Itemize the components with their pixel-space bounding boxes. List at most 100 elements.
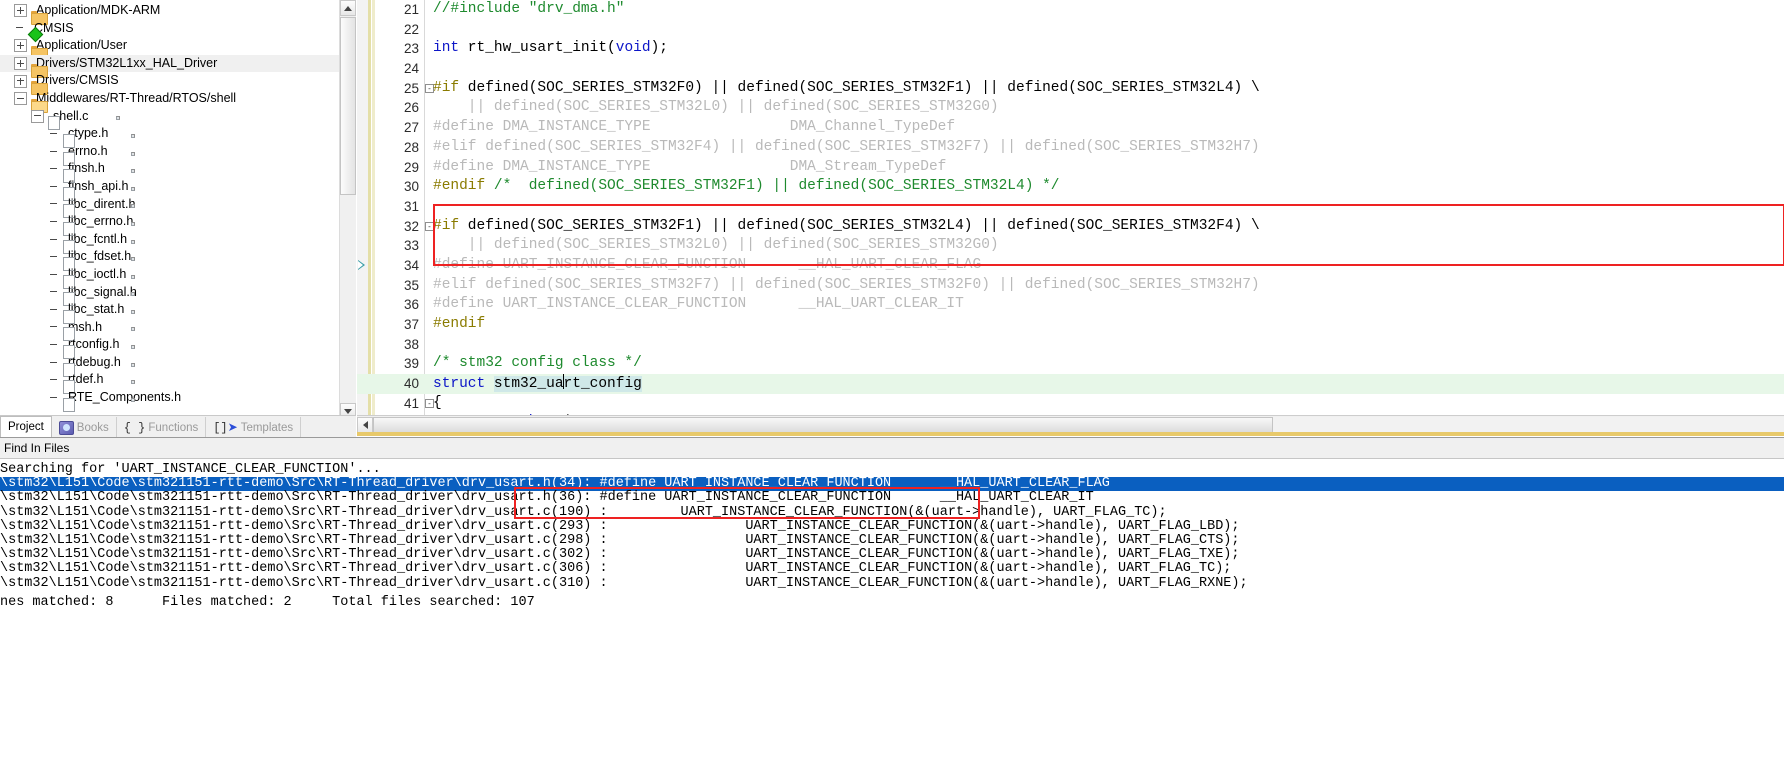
editor-horizontal-scrollbar[interactable] [357,415,1784,433]
tree-item[interactable]: rtdef.h [0,371,356,395]
project-tab-books[interactable]: Books [52,417,117,438]
find-result-row[interactable]: \stm32\L151\Code\stm321151-rtt-demo\Src\… [0,547,1784,563]
code-token: rt_config [563,375,642,392]
code-line[interactable]: 26 || defined(SOC_SERIES_STM32L0) || def… [357,98,1784,118]
tree-item[interactable]: Drivers/STM32L1xx_HAL_Driver [0,54,356,78]
code-line[interactable]: 34 #define UART_INSTANCE_CLEAR_FUNCTION _… [357,256,1784,276]
tree-item[interactable]: CMSIS [0,20,356,43]
find-result-row[interactable]: \stm32\L151\Code\stm321151-rtt-demo\Src\… [0,518,1784,534]
code-line-text: #if defined(SOC_SERIES_STM32F1) || defin… [433,217,1260,237]
tree-item[interactable]: Drivers/CMSIS [0,72,356,96]
code-line[interactable]: 40 struct stm32_uart_config [357,373,1784,394]
code-line[interactable]: 38 [357,335,1784,355]
tree-item[interactable]: libc_fcntl.h [0,231,356,254]
tree-item[interactable]: shell.c [0,108,356,131]
code-line[interactable]: 27 #define DMA_INSTANCE_TYPE DMA_Channel_… [357,118,1784,138]
line-number: 27 [403,120,419,136]
find-result-path: \stm32\L151\Code\stm321151-rtt-demo\Src\… [0,504,592,520]
tree-item[interactable]: libc_ioctl.h [0,266,356,289]
find-result-row[interactable]: \stm32\L151\Code\stm321151-rtt-demo\Src\… [0,533,1784,548]
code-line[interactable]: 41-{ [357,394,1784,414]
code-editor[interactable]: 21 //#include "drv_dma.h" 22 23 int rt_hw_us… [357,0,1784,415]
code-line[interactable]: 32- #if defined(SOC_SERIES_STM32F1) || de… [357,217,1784,237]
expand-icon[interactable] [14,74,27,88]
find-result-path: \stm32\L151\Code\stm321151-rtt-demo\Src\… [0,518,592,534]
code-line[interactable]: 29 #define DMA_INSTANCE_TYPE DMA_Stream_T… [357,158,1784,178]
find-in-files-output[interactable]: Searching for 'UART_INSTANCE_CLEAR_FUNCT… [0,459,1784,610]
code-line[interactable]: 33 || defined(SOC_SERIES_STM32L0) || def… [357,236,1784,256]
code-line[interactable]: 25- #if defined(SOC_SERIES_STM32F0) || de… [357,79,1784,99]
find-in-files-panel[interactable]: Find In Files Searching for 'UART_INSTAN… [0,437,1784,764]
tree-item[interactable]: libc_errno.h [0,213,356,236]
find-result-text: UART_INSTANCE_CLEAR_FUNCTION(&(uart->han… [640,518,1240,534]
tree-item[interactable]: Middlewares/RT-Thread/RTOS/shell [0,90,356,113]
find-result-separator: : [591,547,641,563]
code-token: int [433,40,460,57]
tab-label: Books [76,421,109,434]
collapse-icon[interactable] [14,92,27,106]
tree-item[interactable]: libc_signal.h [0,284,356,307]
code-line[interactable]: 23 int rt_hw_usart_init(void); [357,39,1784,59]
find-results-list[interactable]: \stm32\L151\Code\stm321151-rtt-demo\Src\… [0,476,1784,591]
line-number: 35 [403,277,419,293]
tree-item[interactable]: Application/MDK-ARM [0,2,356,25]
project-tree-scrollbar[interactable] [339,0,356,419]
tree-no-expander [48,252,59,263]
tree-item[interactable]: msh.h [0,319,356,342]
find-result-row[interactable]: \stm32\L151\Code\stm321151-rtt-demo\Src\… [0,562,1784,576]
find-result-row[interactable]: \stm32\L151\Code\stm321151-rtt-demo\Src\… [0,476,1784,492]
expand-icon[interactable] [14,57,27,71]
tree-no-expander [48,340,59,351]
find-result-row[interactable]: \stm32\L151\Code\stm321151-rtt-demo\Src\… [0,504,1784,520]
code-token: defined(SOC_SERIES_STM32F1) || defined(S… [459,217,1260,234]
editor-code-area[interactable]: 21 //#include "drv_dma.h" 22 23 int rt_hw_us… [357,0,1784,415]
project-tab-templates[interactable]: []➤ Templates [206,417,302,438]
collapse-icon[interactable] [31,109,44,123]
scroll-left-button[interactable] [357,416,373,433]
code-line-text: #elif defined(SOC_SERIES_STM32F7) || def… [433,276,1260,296]
code-line[interactable]: 31 [357,197,1784,217]
expand-icon[interactable] [14,39,27,53]
scroll-up-button[interactable] [340,0,356,16]
tree-no-expander [14,23,25,34]
bookmark-icon[interactable] [358,260,367,271]
code-line[interactable]: 36 #define UART_INSTANCE_CLEAR_FUNCTION _… [357,295,1784,315]
code-line[interactable]: 21 //#include "drv_dma.h" [357,0,1784,20]
tree-item[interactable]: rtdebug.h [0,354,356,377]
code-line[interactable]: 39 /* stm32 config class */ [357,354,1784,374]
h-scroll-thumb[interactable] [373,416,1273,433]
find-result-row[interactable]: \stm32\L151\Code\stm321151-rtt-demo\Src\… [0,491,1784,505]
code-line[interactable]: 24 [357,59,1784,79]
tree-item[interactable]: RTE_Components.h [0,389,356,412]
code-line[interactable]: 35 #elif defined(SOC_SERIES_STM32F7) || d… [357,276,1784,296]
project-tab-project[interactable]: Project [0,416,52,438]
h-scroll-track[interactable] [373,416,1784,433]
project-tree[interactable]: Application/MDK-ARM CMSIS Application/User… [0,0,356,412]
line-number: 21 [403,2,419,17]
project-tab-functions[interactable]: { } Functions [117,417,207,438]
code-line[interactable]: 28 #elif defined(SOC_SERIES_STM32F4) || d… [357,138,1784,158]
project-pane-tabs[interactable]: Project Books { } Functions []➤ Templates [0,415,356,438]
find-result-row[interactable]: \stm32\L151\Code\stm321151-rtt-demo\Src\… [0,576,1784,591]
tree-item[interactable]: errno.h [0,143,356,166]
tree-item-label: RTE_Components.h [68,390,182,405]
project-tree-panel[interactable]: Application/MDK-ARM CMSIS Application/User… [0,0,356,419]
tree-item-label: libc_signal.h [68,284,137,299]
tree-no-expander [48,304,59,315]
code-line[interactable]: 37 #endif [357,315,1784,335]
code-line[interactable]: 30 #endif /* defined(SOC_SERIES_STM32F1) … [357,177,1784,197]
code-line[interactable]: 22 [357,20,1784,40]
tree-item[interactable]: finsh_api.h [0,178,356,201]
line-number: 23 [403,41,419,57]
tree-item[interactable]: rtconfig.h [0,336,356,360]
tree-item[interactable]: finsh.h [0,160,356,184]
tree-item[interactable]: libc_stat.h [0,301,356,324]
expand-icon[interactable] [14,4,27,18]
tree-no-expander [48,269,59,280]
tree-item[interactable]: libc_dirent.h [0,196,356,219]
tree-item[interactable]: libc_fdset.h [0,248,356,272]
scrollbar-thumb[interactable] [340,17,356,195]
tree-item[interactable]: ctype.h [0,125,356,148]
tree-item[interactable]: Application/User [0,37,356,60]
find-result-text: UART_INSTANCE_CLEAR_FUNCTION(&(uart->han… [640,504,1167,520]
